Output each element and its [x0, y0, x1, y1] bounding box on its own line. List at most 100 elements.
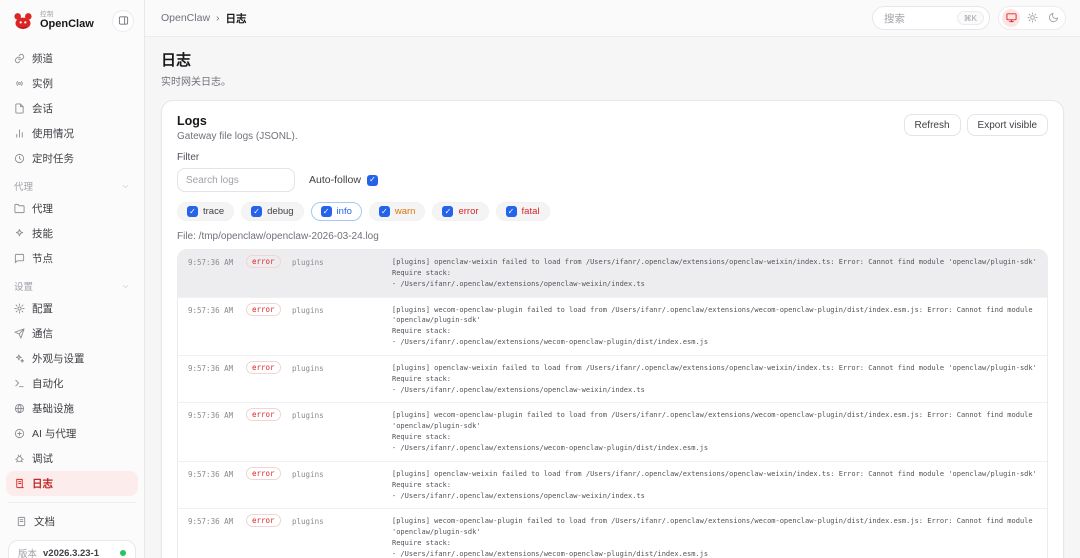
log-message: [plugins] wecom-openclaw-plugin failed t…: [392, 517, 1033, 558]
log-level-badge: error: [246, 302, 292, 316]
sidebar-item-chat[interactable]: 节点: [6, 246, 138, 271]
circle-plus-icon: [14, 428, 25, 439]
openclaw-logo-icon: [12, 10, 34, 32]
sidebar-item-label: 使用情况: [32, 128, 74, 140]
theme-light-button[interactable]: [1023, 9, 1041, 27]
level-pill-warn[interactable]: warn: [368, 202, 426, 221]
sparkles-icon: [14, 353, 25, 364]
level-label: error: [458, 206, 479, 217]
sidebar-item-scroll[interactable]: 日志: [6, 471, 138, 496]
sidebar-item-label: 节点: [32, 253, 53, 265]
auto-follow-checkbox[interactable]: [366, 174, 378, 186]
log-row[interactable]: 9:57:36 AM error plugins [plugins] wecom-op…: [178, 508, 1047, 558]
sidebar-item-bar-chart[interactable]: 使用情况: [6, 121, 138, 146]
sidebar-item-sparkle[interactable]: 技能: [6, 221, 138, 246]
version-value: v2026.3.23-1: [43, 547, 100, 558]
sidebar-item-send[interactable]: 通信: [6, 321, 138, 346]
sparkle-icon: [14, 228, 25, 239]
broadcast-icon: [14, 78, 25, 89]
sidebar-item-terminal[interactable]: 自动化: [6, 371, 138, 396]
sidebar-item-label: 外观与设置: [32, 353, 85, 365]
theme-dark-button[interactable]: [1044, 9, 1062, 27]
sidebar-section-header[interactable]: 设置: [6, 271, 138, 296]
log-row[interactable]: 9:57:36 AM error plugins [plugins] openclaw…: [178, 460, 1047, 509]
refresh-button[interactable]: Refresh: [903, 114, 961, 136]
scroll-icon: [14, 478, 25, 489]
gear-icon: [14, 303, 25, 314]
sidebar-sections: 代理 代理 技能 节点 设置 配置 通信 外观与设置 自动化 基础设施 AI 与代理 调试 日志: [6, 171, 138, 496]
chat-icon: [14, 253, 25, 264]
clock-icon: [14, 153, 25, 164]
sidebar-item-label: 技能: [32, 228, 53, 240]
level-checkbox-error[interactable]: [442, 206, 454, 217]
level-label: debug: [267, 206, 294, 217]
log-search-input[interactable]: [177, 168, 295, 192]
sidebar-item-sparkles[interactable]: 外观与设置: [6, 346, 138, 371]
sidebar-item-clock[interactable]: 定时任务: [6, 146, 138, 171]
breadcrumb-root[interactable]: OpenClaw: [161, 12, 210, 24]
log-row[interactable]: 9:57:36 AM error plugins [plugins] openclaw…: [178, 250, 1047, 297]
log-time: 9:57:36 AM: [188, 305, 234, 315]
version-badge[interactable]: 版本 v2026.3.23-1: [8, 540, 136, 558]
log-level-badge: error: [246, 466, 292, 480]
level-checkbox-fatal[interactable]: [505, 206, 517, 217]
log-level-badge: error: [246, 408, 292, 422]
bug-icon: [14, 453, 25, 464]
version-label: 版本: [18, 549, 38, 558]
page-subtitle: 实时网关日志。: [161, 77, 231, 88]
topbar-actions: 搜索 ⌘K: [872, 6, 1066, 30]
sidebar-toggle-button[interactable]: [112, 10, 134, 32]
sidebar-item-gear[interactable]: 配置: [6, 296, 138, 321]
log-level-badge: error: [246, 255, 292, 268]
brand-name: OpenClaw: [40, 17, 94, 30]
global-search-input[interactable]: 搜索 ⌘K: [872, 6, 990, 30]
level-checkbox-trace[interactable]: [187, 206, 198, 217]
globe-icon: [14, 403, 25, 414]
theme-system-button[interactable]: [1002, 9, 1020, 27]
log-row[interactable]: 9:57:36 AM error plugins [plugins] openclaw…: [178, 354, 1047, 403]
level-checkbox-warn[interactable]: [378, 206, 390, 217]
folder-icon: [14, 203, 25, 214]
card-actions: Refresh Export visible: [903, 114, 1048, 136]
export-visible-button[interactable]: Export visible: [966, 114, 1048, 136]
sidebar-item-link[interactable]: 频道: [6, 46, 138, 71]
main-column: OpenClaw › 日志 搜索 ⌘K 日志 实时网关日志。 Logs Gate…: [145, 0, 1080, 558]
sidebar-item-label: 代理: [32, 203, 53, 215]
breadcrumb-separator: ›: [216, 12, 220, 24]
log-file-path: File: /tmp/openclaw/openclaw-2026-03-24.…: [177, 231, 379, 242]
sidebar-item-file[interactable]: 会话: [6, 96, 138, 121]
sidebar-item-folder[interactable]: 代理: [6, 196, 138, 221]
sidebar-item-broadcast[interactable]: 实例: [6, 71, 138, 96]
level-pill-info[interactable]: info: [310, 202, 362, 221]
sidebar-item-label: 频道: [32, 53, 53, 65]
sidebar-item-label: 实例: [32, 78, 53, 90]
sidebar-item-label: AI 与代理: [32, 428, 77, 440]
chevron-down-icon: [121, 182, 130, 191]
log-time: 9:57:36 AM: [188, 258, 234, 267]
sidebar-item-globe[interactable]: 基础设施: [6, 396, 138, 421]
sidebar-item-circle-plus[interactable]: AI 与代理: [6, 421, 138, 446]
level-pill-trace[interactable]: trace: [177, 202, 235, 221]
level-pill-debug[interactable]: debug: [241, 202, 304, 221]
level-checkbox-info[interactable]: [320, 206, 332, 217]
page-title: 日志: [161, 52, 192, 69]
card-subtitle: Gateway file logs (JSONL).: [177, 131, 298, 142]
sidebar-footer: 文档: [8, 502, 136, 534]
panel-toggle-icon: [118, 14, 129, 29]
level-checkbox-debug[interactable]: [251, 206, 263, 217]
send-icon: [14, 328, 25, 339]
level-pill-fatal[interactable]: fatal: [495, 202, 550, 221]
status-dot: [120, 550, 126, 556]
sidebar-section-header[interactable]: 代理: [6, 171, 138, 196]
theme-switcher: [998, 6, 1066, 30]
link-icon: [14, 53, 25, 64]
sidebar-item-docs[interactable]: 文档: [8, 509, 136, 534]
level-label: warn: [394, 206, 416, 217]
log-row[interactable]: 9:57:36 AM error plugins [plugins] wecom-op…: [178, 402, 1047, 460]
sidebar-item-bug[interactable]: 调试: [6, 446, 138, 471]
log-message: [plugins] openclaw-weixin failed to load…: [392, 469, 1037, 500]
auto-follow-toggle[interactable]: Auto-follow: [309, 174, 378, 186]
log-row[interactable]: 9:57:36 AM error plugins [plugins] wecom-op…: [178, 296, 1047, 355]
level-pill-error[interactable]: error: [432, 202, 489, 221]
section-title: 代理: [14, 182, 34, 193]
